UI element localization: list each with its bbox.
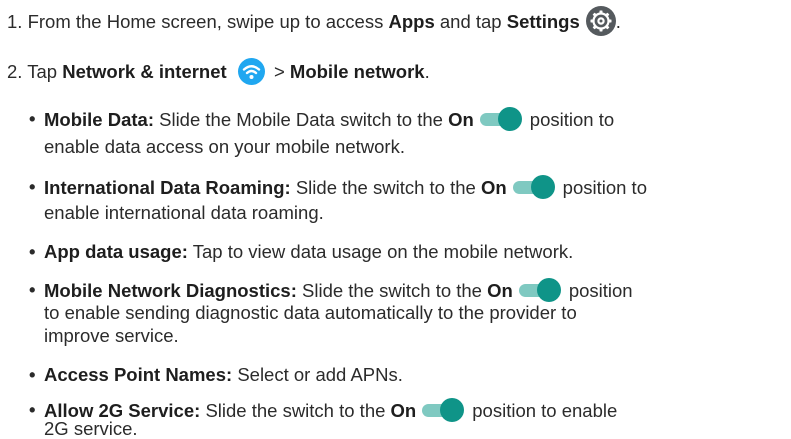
step-2-tap: Tap: [27, 61, 58, 82]
toggle-on-icon: [422, 398, 466, 422]
toggle-on-icon: [479, 107, 524, 131]
item-text: position to: [562, 177, 647, 198]
step-1: 1. From the Home screen, swipe up to acc…: [7, 6, 621, 36]
item-text: position to: [529, 109, 615, 130]
item-text: Select or add APNs.: [237, 364, 403, 385]
step-1-number: 1.: [7, 11, 23, 32]
item-line: enable international data roaming.: [44, 202, 324, 223]
item-text: Slide the Mobile Data switch to the: [159, 109, 443, 130]
item-title: Mobile Network Diagnostics:: [44, 280, 297, 301]
mobile-network-label: Mobile network: [289, 61, 425, 82]
item-line: improve service.: [44, 325, 179, 346]
toggle-on-icon: [512, 175, 557, 199]
item-title: International Data Roaming:: [44, 177, 291, 198]
item-title: App data usage:: [44, 241, 188, 262]
item-text: Tap to view data usage on the mobile net…: [192, 241, 574, 262]
toggle-on-icon: [518, 278, 563, 302]
settings-gear-icon: [585, 6, 616, 36]
network-internet-label: Network & internet: [62, 61, 227, 82]
item-text: Slide the switch to the: [295, 177, 476, 198]
step-2-number: 2.: [7, 61, 23, 82]
apps-label: Apps: [388, 11, 435, 32]
step-1-text-b: and tap: [439, 11, 502, 32]
item-line: App data usage: Tap to view data usage o…: [44, 240, 573, 264]
on-label: On: [480, 177, 507, 198]
item-line: Mobile Data: Slide the Mobile Data switc…: [44, 107, 614, 132]
item-line: 2G service.: [44, 418, 138, 439]
bullet: •: [29, 241, 36, 262]
item-text: Slide the switch to the: [205, 400, 386, 421]
bullet: •: [29, 364, 36, 385]
step-2-end: .: [424, 61, 430, 82]
bullet: •: [29, 399, 36, 420]
item-line: enable data access on your mobile networ…: [44, 136, 405, 157]
item-line: Access Point Names: Select or add APNs.: [44, 363, 403, 387]
step-2-arrow: >: [273, 61, 285, 82]
step-1-end: .: [615, 11, 621, 32]
wifi-icon: [237, 58, 265, 85]
item-title: Mobile Data:: [44, 109, 154, 130]
item-text: position: [568, 280, 633, 301]
step-2: 2. Tap Network & internet > Mobile netwo…: [7, 58, 430, 85]
on-label: On: [390, 400, 417, 421]
item-line: International Data Roaming: Slide the sw…: [44, 175, 647, 200]
bullet: •: [29, 108, 36, 129]
item-line: to enable sending diagnostic data automa…: [44, 302, 577, 323]
step-1-text: From the Home screen, swipe up to access: [27, 11, 384, 32]
item-text: position to enable: [472, 400, 618, 421]
bullet: •: [29, 176, 36, 197]
item-line: Mobile Network Diagnostics: Slide the sw…: [44, 278, 633, 303]
on-label: On: [448, 109, 474, 130]
settings-label: Settings: [506, 11, 580, 32]
item-text: Slide the switch to the: [302, 280, 482, 301]
bullet: •: [29, 279, 36, 300]
on-label: On: [487, 280, 513, 301]
item-title: Access Point Names:: [44, 364, 233, 385]
